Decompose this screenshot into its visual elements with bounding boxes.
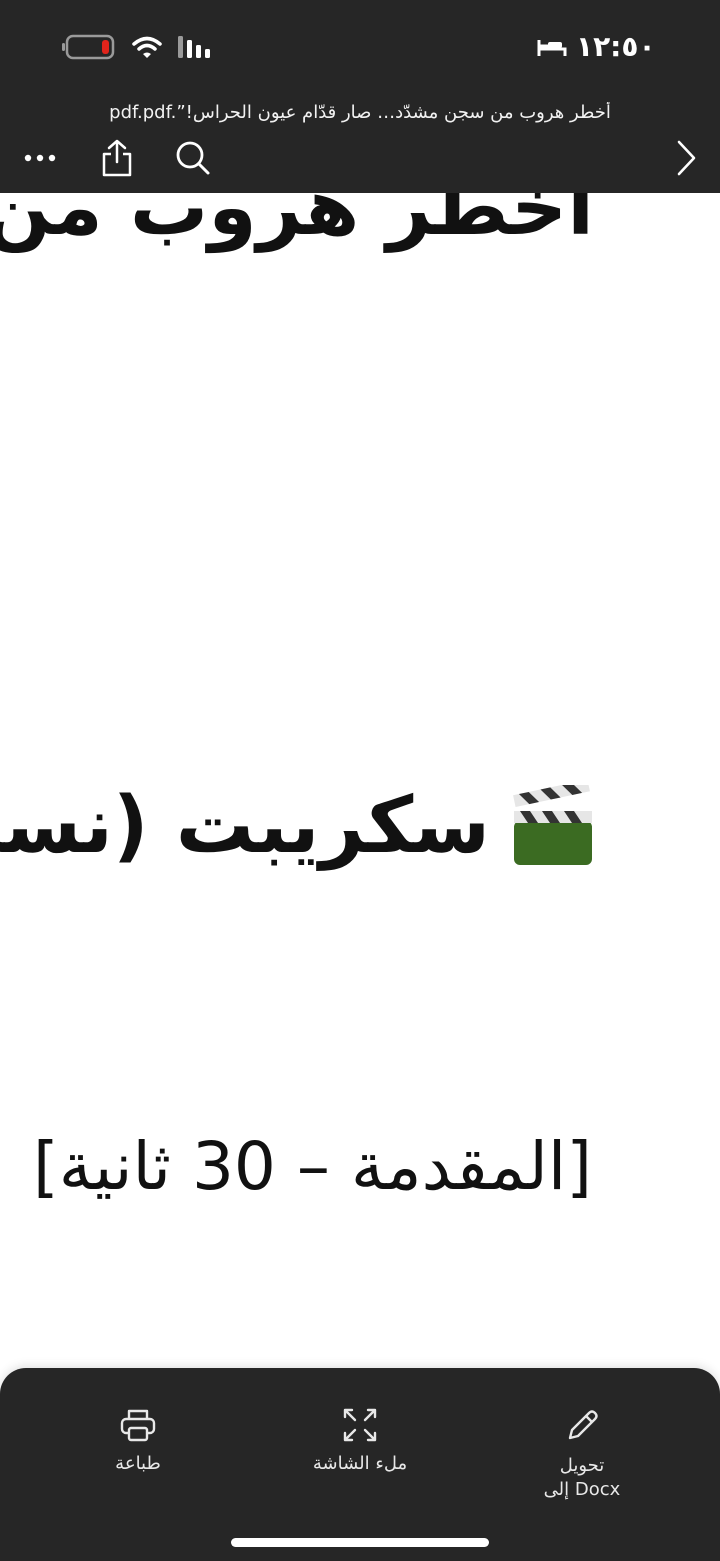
printer-icon (120, 1409, 156, 1442)
forward-button[interactable] (666, 138, 706, 178)
wifi-icon (132, 36, 162, 58)
home-indicator[interactable] (231, 1538, 489, 1547)
share-icon (102, 139, 132, 177)
expand-icon (343, 1408, 377, 1442)
document-heading-1: أخطر هروب من سجن (0, 193, 594, 253)
section-label: [المقدمة – 30 ثانية] (33, 1128, 592, 1205)
search-button[interactable] (173, 138, 213, 178)
screen: ١٢:٥٠ pdf.pdf.”!أخطر هروب من سجن مشدّد… … (0, 0, 720, 1561)
status-icons (62, 34, 214, 60)
convert-to-docx-label: تحويل إلى Docx (543, 1455, 621, 1500)
signal-icon (178, 36, 210, 58)
convert-to-docx-button[interactable]: تحويل إلى Docx (502, 1408, 662, 1502)
more-button[interactable] (20, 138, 60, 178)
search-icon (176, 141, 210, 175)
clapperboard-icon (513, 785, 592, 865)
sleep-focus-icon (537, 39, 567, 56)
print-button[interactable]: طباعة (58, 1408, 218, 1476)
more-horizontal-icon (24, 154, 56, 162)
document-heading-2: سكريبت (نسخة (0, 781, 594, 871)
bottom-action-sheet: تحويل إلى Docx ملء الشاشة طباعة (0, 1368, 720, 1561)
fill-screen-button[interactable]: ملء الشاشة (280, 1408, 440, 1476)
time-text: ١٢:٥٠ (576, 30, 656, 63)
document-page[interactable]: أخطر هروب من سجن سكريبت (نسخة [المقدمة –… (0, 193, 720, 1368)
heading-2-text: سكريبت (نسخة (0, 781, 490, 871)
battery-icon (62, 34, 115, 60)
document-title: pdf.pdf.”!أخطر هروب من سجن مشدّد… صار قد… (109, 102, 611, 123)
fill-screen-label: ملء الشاشة (312, 1453, 408, 1474)
pencil-icon (568, 1410, 598, 1440)
share-button[interactable] (97, 138, 137, 178)
chevron-right-icon (677, 140, 696, 176)
status-time: ١٢:٥٠ (536, 30, 656, 63)
print-label: طباعة (115, 1453, 161, 1474)
top-bar: ١٢:٥٠ pdf.pdf.”!أخطر هروب من سجن مشدّد… … (0, 0, 720, 193)
